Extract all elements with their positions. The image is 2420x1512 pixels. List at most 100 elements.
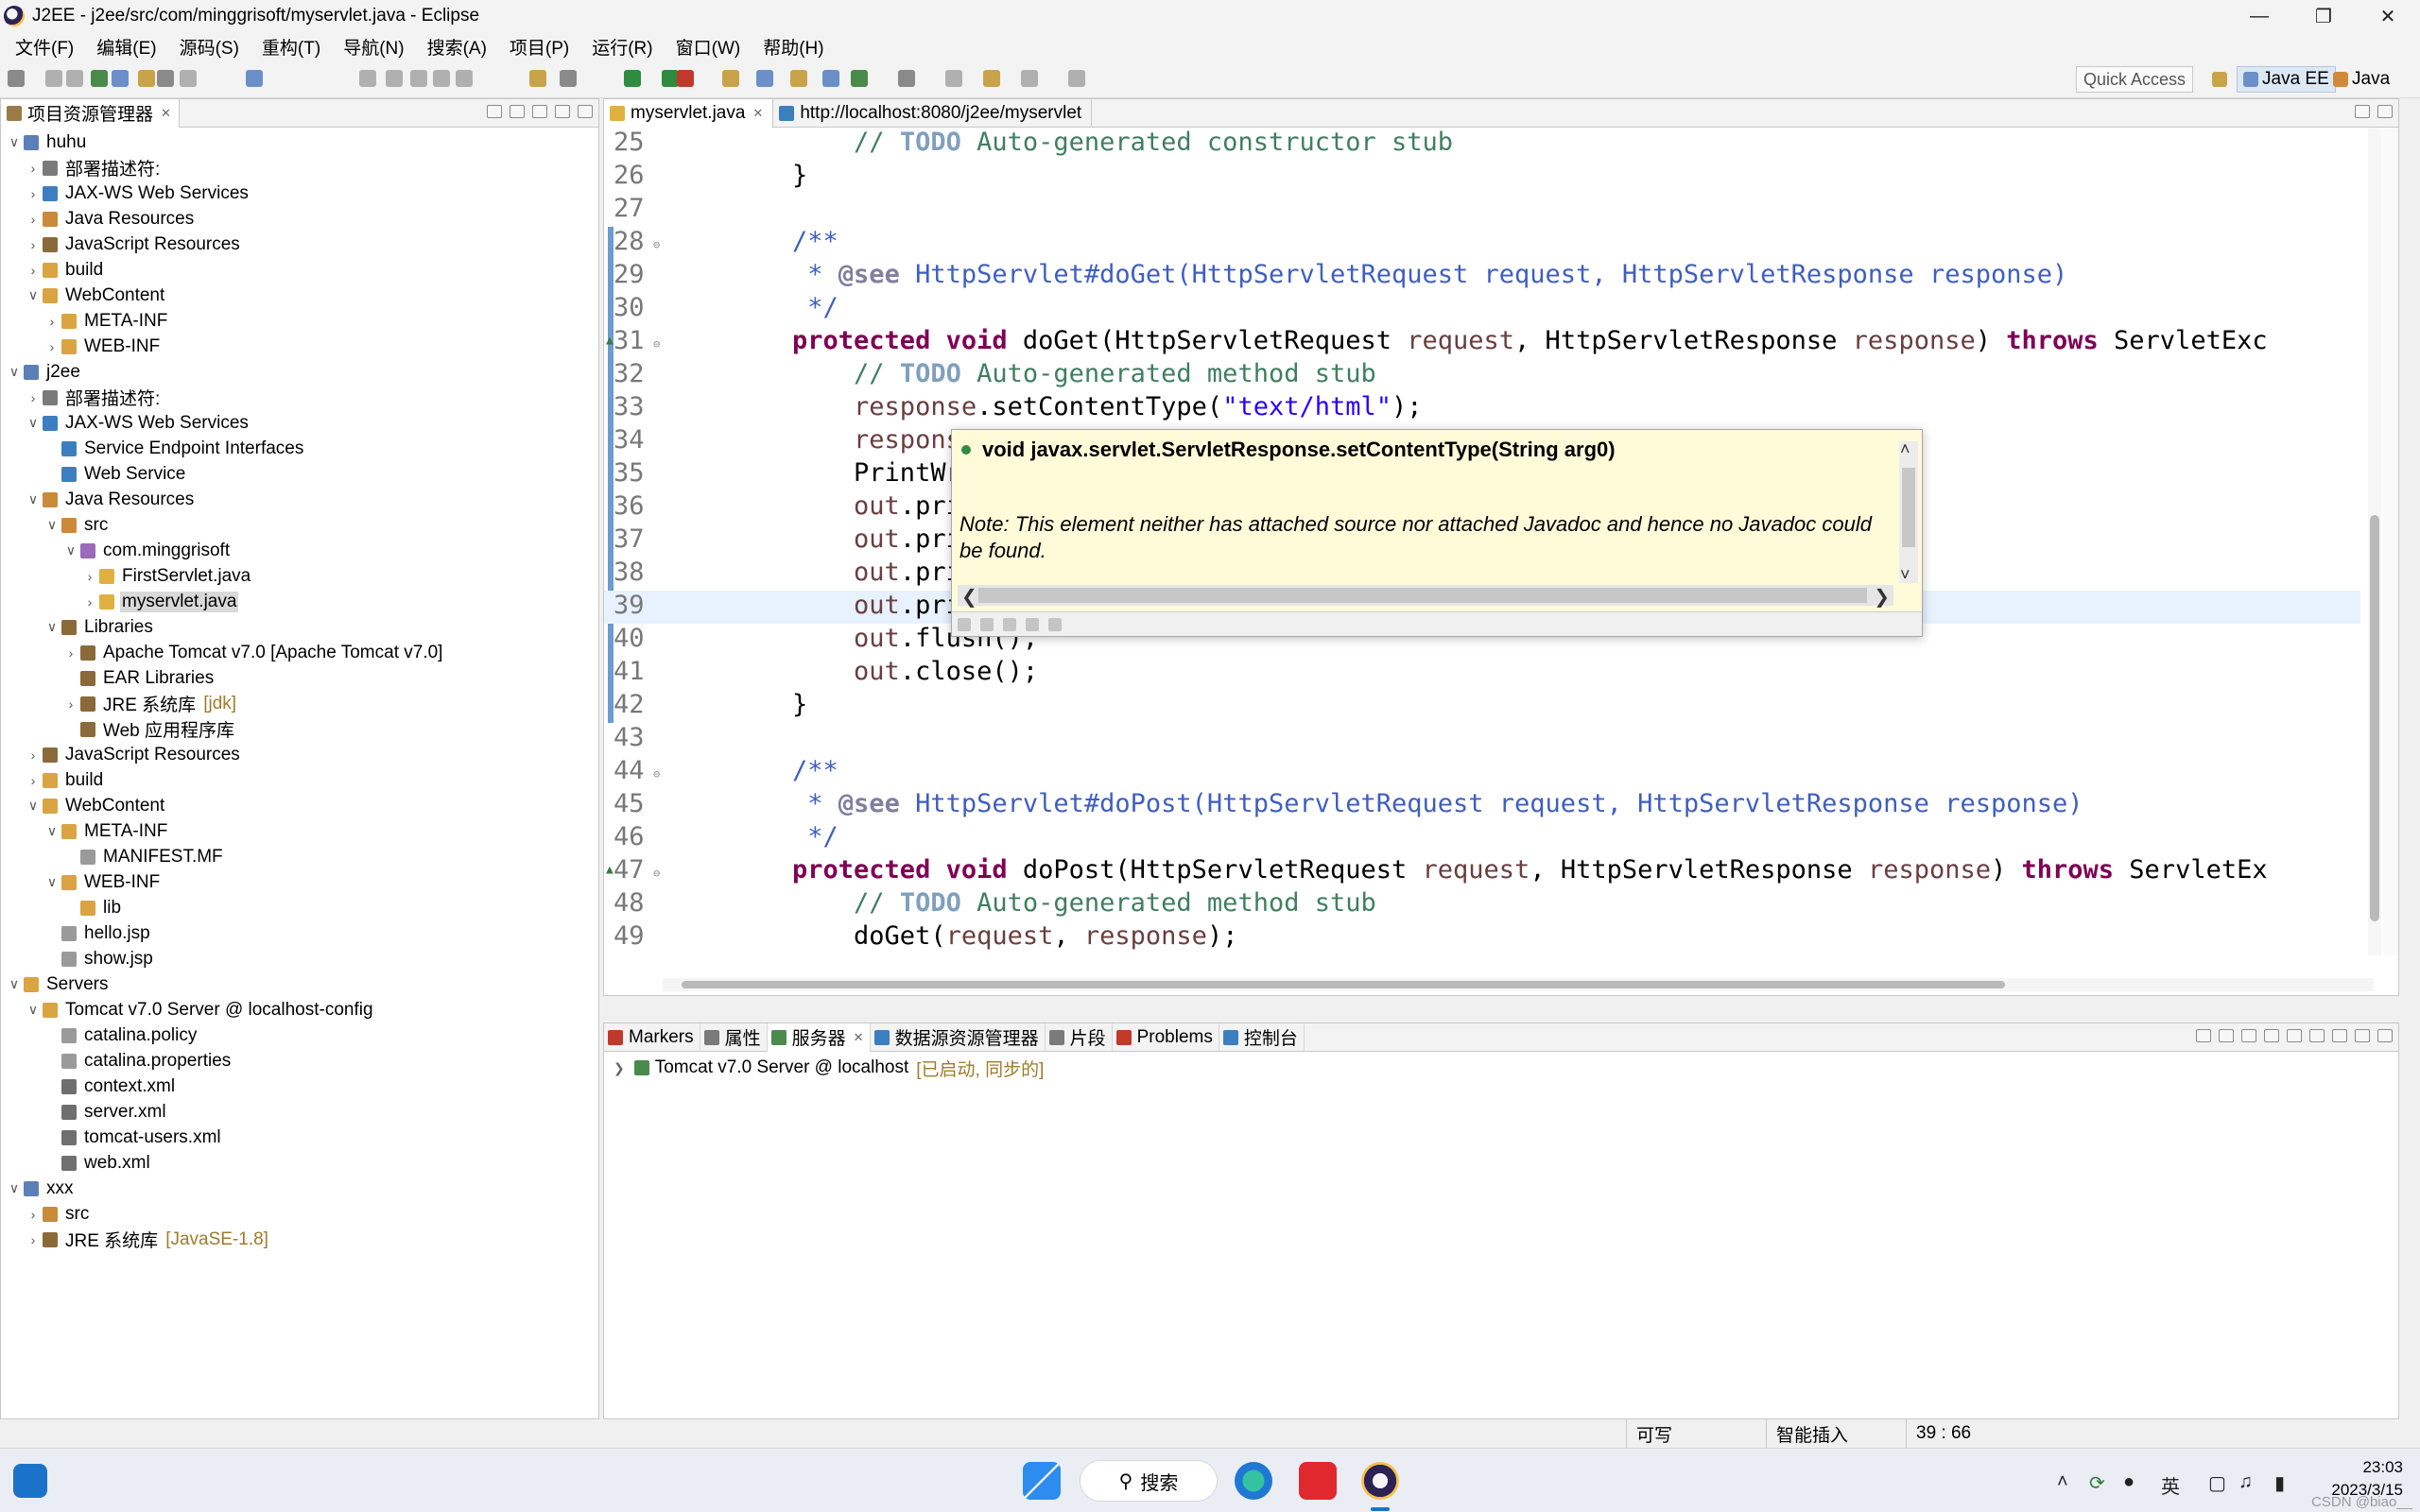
toolbar-button-icon[interactable] (822, 70, 839, 87)
tree-item[interactable]: › 部署描述符: (1, 155, 162, 180)
forward-icon[interactable] (980, 617, 994, 631)
tree-item[interactable]: context.xml (1, 1074, 177, 1099)
chevron-right-icon[interactable]: › (44, 314, 60, 329)
start-menu-icon[interactable] (1023, 1462, 1061, 1500)
tree-item[interactable]: ∨ WebContent (1, 283, 166, 308)
collapse-all-icon[interactable] (487, 105, 502, 118)
close-icon[interactable]: ✕ (854, 1030, 864, 1045)
open-declaration-icon[interactable] (1026, 617, 1039, 631)
profile-server-icon[interactable] (2264, 1029, 2279, 1042)
chevron-right-icon[interactable]: › (82, 594, 97, 610)
toolbar-button-icon[interactable] (138, 70, 155, 87)
tree-item[interactable]: catalina.properties (1, 1048, 233, 1074)
menu-item[interactable]: 项目(P) (498, 34, 580, 60)
code-line[interactable]: 25 // TODO Auto-generated constructor st… (604, 128, 2360, 161)
code-line[interactable]: 46 */ (604, 822, 2360, 855)
debug-server-icon[interactable] (2219, 1029, 2234, 1042)
view-menu-icon[interactable] (532, 105, 547, 118)
code-line[interactable]: 29 * @see HttpServlet#doGet(HttpServletR… (604, 260, 2360, 293)
link-editor-icon[interactable] (510, 105, 525, 118)
sync-icon[interactable]: ⟳ (2089, 1471, 2105, 1495)
code-line[interactable]: 32 // TODO Auto-generated method stub (604, 359, 2360, 392)
toolbar-button-icon[interactable] (983, 70, 1000, 87)
minimize-view-icon[interactable] (2355, 1029, 2370, 1042)
collapse-all-icon[interactable] (2196, 1029, 2211, 1042)
show-in-javadoc-view-icon[interactable] (1048, 617, 1062, 631)
toolbar-button-icon[interactable] (1021, 70, 1038, 87)
tree-item[interactable]: › Java Resources (1, 206, 196, 232)
code-line[interactable]: 27 (604, 194, 2360, 227)
tree-item[interactable]: hello.jsp (1, 920, 152, 946)
chevron-down-icon[interactable]: ∨ (7, 134, 22, 150)
tree-item[interactable]: › JRE 系统库 [jdk] (1, 691, 236, 716)
fold-toggle-icon[interactable]: ⊖ (653, 337, 660, 351)
editor-tab[interactable]: myservlet.java ✕ (604, 98, 774, 128)
code-line[interactable]: 31 ⊖ ▲ protected void doGet(HttpServletReq… (604, 326, 2360, 359)
chevron-down-icon[interactable]: ∨ (44, 619, 60, 635)
chevron-down-icon[interactable]: ∨ (44, 517, 60, 533)
code-line[interactable]: 45 * @see HttpServlet#doPost(HttpServlet… (604, 789, 2360, 822)
menu-item[interactable]: 源码(S) (168, 34, 251, 60)
chevron-down-icon[interactable]: ∨ (26, 415, 41, 431)
tree-item[interactable]: ∨ Tomcat v7.0 Server @ localhost-config (1, 997, 375, 1022)
tree-item[interactable]: tomcat-users.xml (1, 1125, 223, 1150)
toolbar-button-icon[interactable] (112, 70, 129, 87)
netease-music-icon[interactable] (1299, 1462, 1337, 1500)
menu-item[interactable]: 帮助(H) (752, 34, 835, 60)
tree-item[interactable]: › JAX-WS Web Services (1, 180, 251, 206)
code-line[interactable]: 49 doGet(request, response); (604, 921, 2360, 954)
tree-item[interactable]: › WEB-INF (1, 334, 162, 359)
close-icon[interactable]: ✕ (752, 106, 763, 121)
taskbar-search[interactable]: ⚲ 搜索 (1080, 1460, 1218, 1502)
toolbar-button-icon[interactable] (359, 70, 376, 87)
chevron-down-icon[interactable]: ∨ (26, 1002, 41, 1018)
chevron-left-icon[interactable]: ❮ (961, 585, 977, 609)
eclipse-taskbar-icon[interactable] (1361, 1462, 1399, 1500)
chevron-up-icon[interactable]: ˄ (2057, 1471, 2068, 1493)
tree-item[interactable]: ∨ huhu (1, 129, 88, 155)
chevron-right-icon[interactable]: › (26, 773, 41, 788)
chevron-down-icon[interactable]: ∨ (7, 976, 22, 992)
quick-access-input[interactable]: Quick Access (2076, 66, 2193, 93)
volume-icon[interactable]: ♫ (2238, 1471, 2253, 1493)
tree-item[interactable]: › META-INF (1, 308, 169, 334)
tree-item[interactable]: ∨ j2ee (1, 359, 82, 385)
menu-item[interactable]: 编辑(E) (85, 34, 167, 60)
tab-markers[interactable]: Markers (604, 1022, 700, 1052)
view-menu-icon[interactable] (2332, 1029, 2347, 1042)
display-icon[interactable]: ▢ (2208, 1471, 2226, 1495)
tree-item[interactable]: › JavaScript Resources (1, 742, 242, 767)
tab-data-source-explorer[interactable]: 数据源资源管理器 (871, 1022, 1046, 1052)
tree-item[interactable]: › Apache Tomcat v7.0 [Apache Tomcat v7.0] (1, 640, 444, 665)
maximize-view-icon[interactable] (2377, 1029, 2393, 1042)
publish-icon[interactable] (2309, 1029, 2325, 1042)
chevron-down-icon[interactable]: ∨ (7, 364, 22, 380)
tree-item[interactable]: ∨ com.minggrisoft (1, 538, 232, 563)
code-line[interactable]: 28 ⊖ /** (604, 227, 2360, 260)
toolbar-button-icon[interactable] (157, 70, 174, 87)
editor-vertical-scrollbar[interactable] (2368, 128, 2381, 955)
chevron-right-icon[interactable]: › (63, 696, 78, 712)
toolbar-button-icon[interactable] (722, 70, 739, 87)
menu-item[interactable]: 窗口(W) (665, 34, 752, 60)
code-line[interactable]: 33 response.setContentType("text/html"); (604, 392, 2360, 425)
toolbar-button-icon[interactable] (790, 70, 807, 87)
chevron-down-icon[interactable]: ∨ (7, 1180, 22, 1196)
fold-toggle-icon[interactable]: ⊖ (653, 867, 660, 880)
tree-item[interactable]: › JRE 系统库 [JavaSE-1.8] (1, 1227, 268, 1252)
chevron-right-icon[interactable]: ❯ (1874, 585, 1890, 609)
toolbar-button-icon[interactable] (677, 70, 694, 87)
tree-item[interactable]: › JavaScript Resources (1, 232, 242, 257)
tree-item[interactable]: › build (1, 257, 105, 283)
tab-console[interactable]: 控制台 (1219, 1022, 1305, 1052)
code-line[interactable]: 47 ⊖ ▲ protected void doPost(HttpServletRe… (604, 855, 2360, 888)
tab-snippets[interactable]: 片段 (1046, 1022, 1113, 1052)
fold-toggle-icon[interactable]: ⊖ (653, 238, 660, 251)
start-server-icon[interactable] (2241, 1029, 2256, 1042)
chevron-right-icon[interactable]: › (26, 161, 41, 176)
menu-item[interactable]: 运行(R) (580, 34, 664, 60)
tree-item[interactable]: ∨ Libraries (1, 614, 155, 640)
chevron-right-icon[interactable]: › (26, 390, 41, 405)
battery-icon[interactable]: ▮ (2274, 1471, 2285, 1495)
maximize-view-icon[interactable] (2377, 105, 2393, 118)
